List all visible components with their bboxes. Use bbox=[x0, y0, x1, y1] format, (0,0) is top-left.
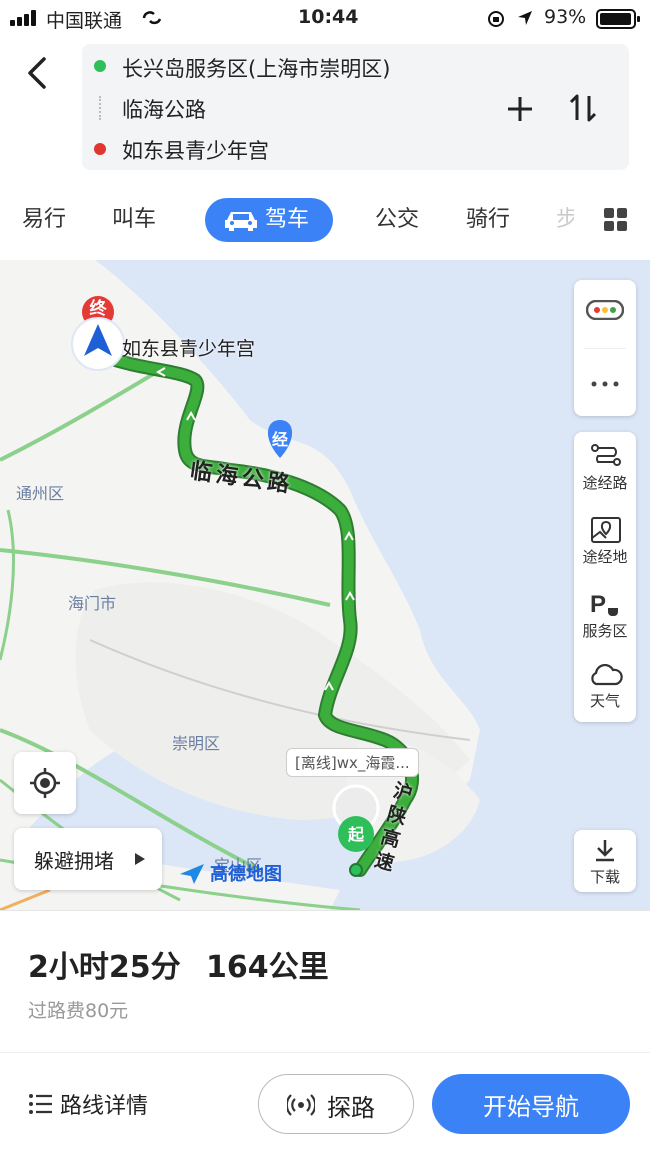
tab-easy-go[interactable]: 易行 bbox=[22, 198, 66, 242]
start-marker: 起 bbox=[347, 825, 364, 844]
waypoint-place-icon bbox=[591, 517, 621, 543]
end-place-label: 如东县青少年宫 bbox=[122, 338, 256, 360]
via-marker: 经 bbox=[271, 430, 288, 449]
download-button[interactable]: 下载 bbox=[574, 830, 636, 892]
tab-drive[interactable]: 驾车 bbox=[205, 198, 333, 242]
signal-icon bbox=[10, 10, 40, 26]
explore-route-button[interactable]: 探路 bbox=[258, 1074, 414, 1134]
route-details-button[interactable]: 路线详情 bbox=[60, 1088, 148, 1120]
waypoint-road-icon bbox=[591, 444, 621, 466]
clock: 10:44 bbox=[298, 6, 359, 28]
route-distance: 164公里 bbox=[206, 950, 329, 985]
weather-cloud-icon bbox=[591, 664, 623, 686]
svg-text:P: P bbox=[590, 591, 606, 618]
tab-taxi[interactable]: 叫车 bbox=[112, 198, 156, 242]
waypoint-place-button[interactable]: 途经地 bbox=[574, 546, 636, 567]
rotation-lock-icon bbox=[488, 11, 504, 27]
route-duration: 2小时25分 bbox=[28, 950, 181, 985]
waypoint-road-button[interactable]: 途经路 bbox=[574, 472, 636, 493]
carrier-name: 中国联通 bbox=[46, 10, 123, 32]
wifi-link-icon bbox=[142, 11, 162, 25]
end-marker: 终 bbox=[89, 299, 107, 319]
status-bar: 中国联通 10:44 93% bbox=[0, 0, 650, 36]
amap-logo-text: 高德地图 bbox=[210, 864, 282, 885]
district-label-haimen: 海门市 bbox=[68, 594, 117, 613]
offline-user-bubble[interactable]: [离线]wx_海霞... bbox=[286, 748, 419, 777]
district-label-tongzhou: 通州区 bbox=[16, 484, 65, 503]
locate-crosshair-icon bbox=[30, 768, 60, 798]
start-navigation-label: 开始导航 bbox=[483, 1093, 579, 1121]
end-dot-icon bbox=[94, 143, 106, 155]
more-tabs-grid-icon[interactable] bbox=[604, 208, 628, 232]
start-point-field[interactable]: 长兴岛服务区(上海市崇明区) bbox=[122, 53, 390, 83]
tab-transit[interactable]: 公交 bbox=[375, 198, 419, 242]
avoid-congestion-button[interactable]: 躲避拥堵 bbox=[14, 828, 162, 890]
explore-label: 探路 bbox=[327, 1094, 375, 1122]
district-label-chongming: 崇明区 bbox=[172, 734, 221, 753]
download-icon bbox=[596, 840, 614, 862]
car-icon bbox=[225, 212, 257, 231]
broadcast-icon bbox=[287, 1094, 315, 1116]
locate-button[interactable] bbox=[14, 752, 76, 814]
toll-fee: 过路费80元 bbox=[28, 1000, 129, 1022]
swap-route-button[interactable] bbox=[567, 92, 599, 124]
route-connector bbox=[99, 96, 103, 120]
download-label: 下载 bbox=[589, 868, 620, 886]
traffic-toggle-icon[interactable] bbox=[586, 300, 624, 320]
service-area-button[interactable]: 服务区 bbox=[574, 620, 636, 641]
add-waypoint-button[interactable] bbox=[505, 94, 535, 124]
battery-percent: 93% bbox=[544, 6, 587, 28]
end-point-field[interactable]: 如东县青少年宫 bbox=[122, 135, 269, 165]
amap-logo-icon bbox=[180, 864, 204, 884]
play-arrow-icon bbox=[135, 853, 145, 865]
map-canvas bbox=[0, 260, 480, 910]
start-navigation-button[interactable]: 开始导航 bbox=[432, 1074, 630, 1134]
tab-cycling[interactable]: 骑行 bbox=[466, 198, 510, 242]
location-arrow-icon bbox=[518, 11, 532, 25]
battery-icon bbox=[596, 9, 640, 29]
tab-drive-label: 驾车 bbox=[265, 207, 310, 232]
service-area-icon: P bbox=[590, 591, 618, 618]
via-point-field[interactable]: 临海公路 bbox=[122, 94, 206, 124]
route-input-card: 长兴岛服务区(上海市崇明区) 临海公路 如东县青少年宫 bbox=[82, 44, 629, 170]
weather-button[interactable]: 天气 bbox=[574, 690, 636, 711]
more-options-icon[interactable] bbox=[590, 380, 620, 388]
tab-walk-partial[interactable]: 步 bbox=[556, 198, 574, 242]
list-icon bbox=[29, 1094, 52, 1114]
avoid-congestion-label: 躲避拥堵 bbox=[34, 849, 114, 873]
map-top-tools bbox=[574, 280, 636, 416]
map-view[interactable]: 终 如东县青少年宫 经 临海公路 通州区 海门市 崇明区 宝山区 [离线]wx_… bbox=[0, 260, 650, 910]
start-dot-icon bbox=[94, 60, 106, 72]
back-button[interactable] bbox=[24, 56, 52, 90]
map-route-tools: 途经路 途经地 P 服务区 天气 bbox=[574, 432, 636, 722]
